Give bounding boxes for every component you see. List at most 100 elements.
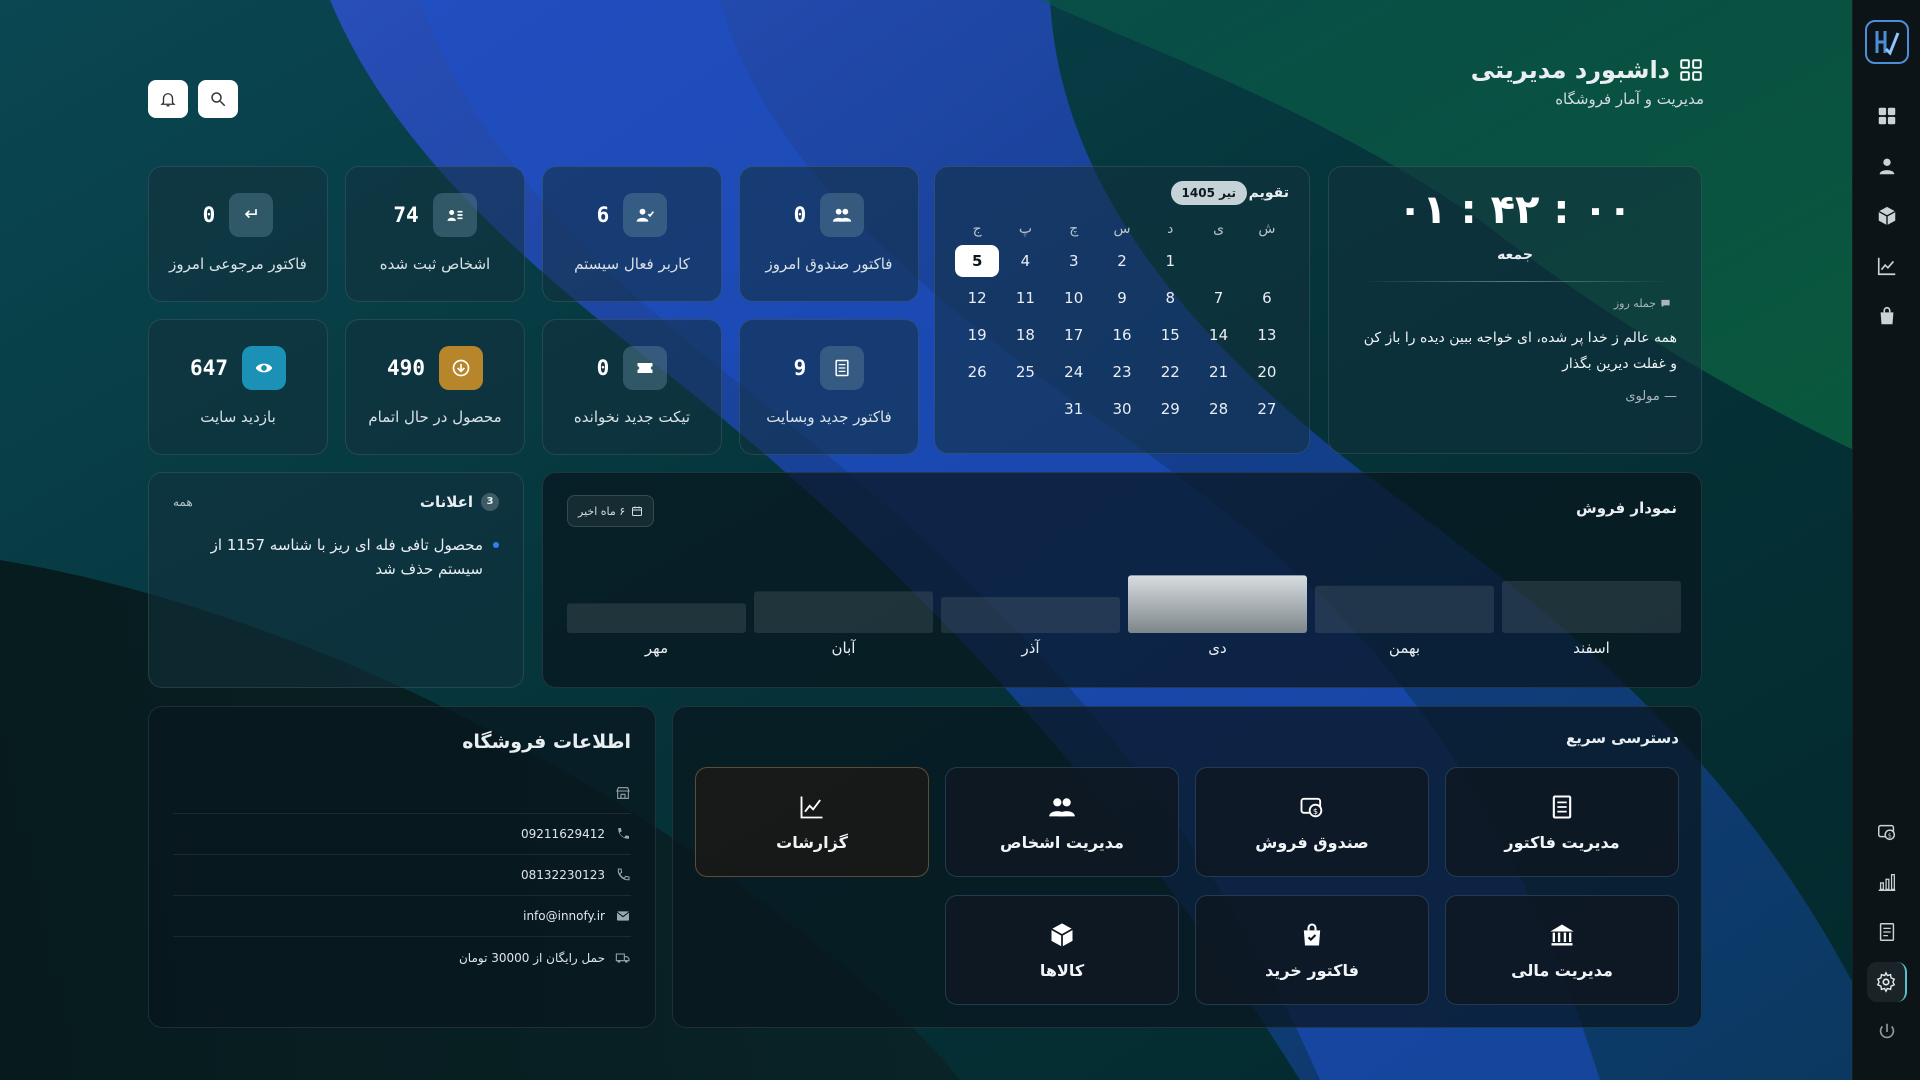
notifications-card: 3 اعلانات همه محصول تافی فله ای ریز با ش… <box>148 472 524 688</box>
calendar-day[interactable]: 12 <box>953 282 1001 315</box>
app-logo[interactable] <box>1865 20 1909 64</box>
calendar-day[interactable]: 8 <box>1146 282 1194 315</box>
truck-icon <box>615 952 630 963</box>
sidebar-item-products[interactable] <box>1867 196 1907 236</box>
calendar-day[interactable]: 18 <box>1001 319 1049 352</box>
stat-label: بازدید سایت <box>200 408 276 426</box>
calendar-day[interactable]: 23 <box>1098 356 1146 389</box>
stat-card-low-stock[interactable]: 490 محصول در حال اتمام <box>345 319 525 455</box>
chart-category-labels: مهر آبان آذر دی بهمن اسفند <box>567 639 1681 657</box>
notifications-view-all-link[interactable]: همه <box>173 495 193 509</box>
calendar-day[interactable]: 9 <box>1098 282 1146 315</box>
sidebar-item-cashbox[interactable]: $ <box>1867 812 1907 852</box>
chart-bar-3[interactable] <box>1128 575 1307 633</box>
stat-card-return-invoices[interactable]: 0 فاکتور مرجوعی امروز <box>148 166 328 302</box>
calendar-day[interactable]: 7 <box>1194 282 1242 315</box>
calendar-day[interactable]: 6 <box>1243 282 1291 315</box>
chart-bar-2[interactable] <box>941 597 1120 633</box>
calendar-day-number: 26 <box>967 363 987 381</box>
bell-icon <box>160 93 176 107</box>
chart-bar-4[interactable] <box>1315 585 1494 633</box>
stat-label: فاکتور مرجوعی امروز <box>169 255 307 273</box>
quick-access-tile[interactable]: فاکتور خرید <box>1195 895 1429 1005</box>
calendar-day[interactable]: 26 <box>953 356 1001 389</box>
stat-label: محصول در حال اتمام <box>368 408 502 426</box>
calendar-month-selector[interactable]: تیر 1405 <box>1170 181 1247 205</box>
quick-access-tile[interactable]: مدیریت فاکتور <box>1445 767 1679 877</box>
calendar-day[interactable]: 2 <box>1098 245 1146 278</box>
stat-icon <box>438 346 483 390</box>
calendar-day-today[interactable]: 5 <box>953 245 1001 278</box>
chart-bar-0[interactable] <box>567 603 746 633</box>
stat-value: 490 <box>387 356 425 380</box>
calendar-day-number: 4 <box>1020 252 1031 270</box>
stat-card-unread-tickets[interactable]: 0 تیکت جدید نخوانده <box>542 319 722 455</box>
page-title-text: داشبورد مدیریتی <box>1470 56 1671 84</box>
calendar-day-number: 29 <box>1160 400 1180 418</box>
sidebar-item-logout[interactable] <box>1867 1012 1907 1052</box>
quick-access-tile[interactable]: مدیریت اشخاص <box>945 767 1179 877</box>
notifications-button[interactable] <box>148 80 188 118</box>
calendar-day[interactable]: 3 <box>1050 245 1098 278</box>
sidebar-item-settings[interactable] <box>1867 962 1907 1002</box>
sidebar-item-invoices[interactable] <box>1867 912 1907 952</box>
calendar-day[interactable]: 30 <box>1098 393 1146 426</box>
chart-bar-1[interactable] <box>754 591 933 633</box>
store-icon <box>616 787 630 799</box>
quick-access-tile[interactable]: گزارشات <box>695 767 929 877</box>
sidebar-item-users[interactable] <box>1867 146 1907 186</box>
calendar-day[interactable]: 31 <box>1050 393 1098 426</box>
calendar-day-number: 5 <box>955 245 1000 277</box>
calendar-day[interactable]: 29 <box>1146 393 1194 426</box>
calendar-day[interactable]: 1 <box>1146 245 1194 278</box>
stat-card-site-visits[interactable]: 647 بازدید سایت <box>148 319 328 455</box>
sidebar-item-statistics[interactable] <box>1867 862 1907 902</box>
sidebar-item-reports[interactable] <box>1867 246 1907 286</box>
calendar-day[interactable]: 13 <box>1243 319 1291 352</box>
notification-item[interactable]: محصول تافی فله ای ریز با شناسه 1157 از س… <box>199 533 499 581</box>
stat-card-web-invoices[interactable]: 9 فاکتور جدید وبسایت <box>739 319 919 455</box>
calendar-day-number: 24 <box>1064 363 1084 381</box>
calendar-day[interactable]: 27 <box>1243 393 1291 426</box>
calendar-day-number: 22 <box>1160 363 1180 381</box>
sidebar-item-dashboard[interactable] <box>1867 96 1907 136</box>
calendar-day[interactable]: 28 <box>1194 393 1242 426</box>
calendar-day[interactable]: 25 <box>1001 356 1049 389</box>
user-check-icon <box>636 208 655 222</box>
calendar-day[interactable]: 24 <box>1050 356 1098 389</box>
search-button[interactable] <box>198 80 238 118</box>
shopping-bag-icon <box>1880 306 1894 325</box>
stat-label: فاکتور جدید وبسایت <box>766 408 892 426</box>
quick-access-card: دسترسی سریع مدیریت فاکتور $ صندوق فروش مدیر… <box>672 706 1702 1028</box>
store-info-row: info@innofy.ir <box>173 896 631 937</box>
quick-access-label: گزارشات <box>776 832 848 852</box>
calendar-day[interactable]: 14 <box>1194 319 1242 352</box>
stat-label: تیکت جدید نخوانده <box>573 408 691 426</box>
calendar-day-number: 28 <box>1209 400 1229 418</box>
svg-text:$: $ <box>1888 832 1892 840</box>
calendar-day[interactable]: 4 <box>1001 245 1049 278</box>
calendar-day[interactable]: 15 <box>1146 319 1194 352</box>
chart-bar-5[interactable] <box>1502 581 1681 633</box>
stat-icon <box>432 193 477 237</box>
calendar-day[interactable]: 20 <box>1243 356 1291 389</box>
calendar-day[interactable]: 11 <box>1001 282 1049 315</box>
calendar-day[interactable]: 22 <box>1146 356 1194 389</box>
stat-card-active-users[interactable]: 6 کاربر فعال سیستم <box>542 166 722 302</box>
calendar-day[interactable]: 16 <box>1098 319 1146 352</box>
calendar-day-number: 30 <box>1112 400 1132 418</box>
stat-card-people[interactable]: 74 اشخاص ثبت شده <box>345 166 525 302</box>
sales-chart-card: نمودار فروش ۶ ماه اخیر مهر آبان آذر دی بهمن ا… <box>542 472 1702 688</box>
calendar-day[interactable]: 17 <box>1050 319 1098 352</box>
calendar-day[interactable]: 19 <box>953 319 1001 352</box>
quick-access-tile[interactable]: کالاها <box>945 895 1179 1005</box>
sidebar-item-purchase[interactable] <box>1867 296 1907 336</box>
chart-range-filter[interactable]: ۶ ماه اخیر <box>567 495 655 527</box>
quick-access-tile[interactable]: مدیریت مالی <box>1445 895 1679 1005</box>
calendar-day[interactable]: 21 <box>1194 356 1242 389</box>
stat-label: فاکتور صندوق امروز <box>765 255 893 273</box>
phone-outline-icon <box>617 868 630 881</box>
stat-card-cashbox-invoices[interactable]: 0 فاکتور صندوق امروز <box>739 166 919 302</box>
quick-access-tile[interactable]: $ صندوق فروش <box>1195 767 1429 877</box>
calendar-day[interactable]: 10 <box>1050 282 1098 315</box>
